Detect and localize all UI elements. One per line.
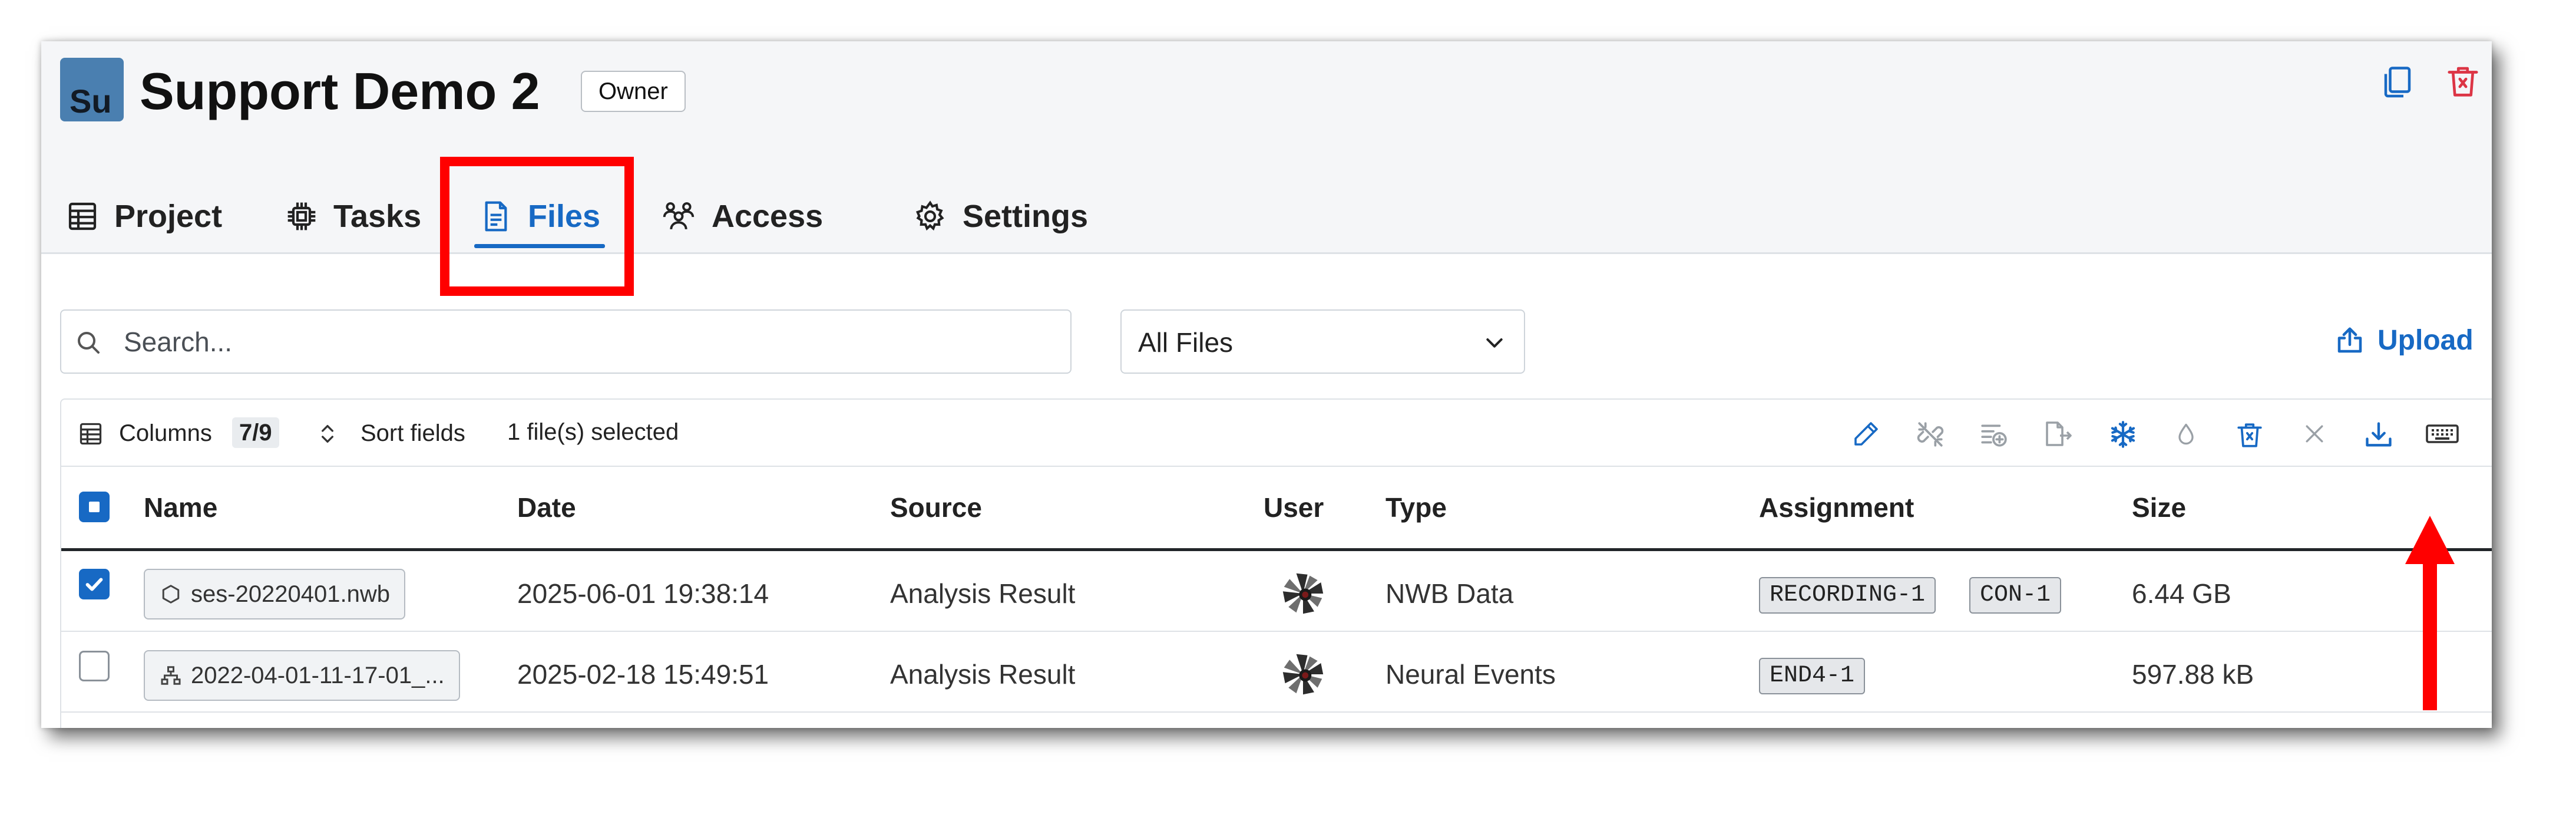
upload-icon	[2337, 327, 2362, 352]
move-file-icon[interactable]	[2043, 420, 2074, 449]
indeterminate-mark	[89, 502, 100, 512]
red-arrow-annotation	[2405, 516, 2455, 710]
table-icon	[68, 202, 97, 230]
assignment-tag[interactable]: CON-1	[1969, 577, 2062, 614]
file-name: 2022-04-01-11-17-01_...	[191, 662, 445, 688]
trash-icon[interactable]	[2235, 420, 2264, 450]
search-icon	[78, 332, 100, 354]
project-header: Su Support Demo 2 Owner Project Tasks Fi…	[41, 41, 2492, 254]
row-checkbox[interactable]	[79, 569, 110, 599]
column-header-date[interactable]: Date	[517, 492, 576, 523]
check-icon	[85, 578, 103, 591]
pencil-icon[interactable]	[1852, 420, 1880, 448]
file-filter-select[interactable]: All Files	[1120, 309, 1525, 374]
file-name: ses-20220401.nwb	[191, 581, 391, 607]
tab-label: Tasks	[333, 199, 422, 234]
hierarchy-icon	[161, 666, 181, 685]
assignment-tag[interactable]: END4-1	[1759, 658, 1866, 694]
people-icon	[663, 202, 695, 230]
sort-fields-button[interactable]: Sort fields	[361, 420, 465, 447]
tab-project[interactable]: Project	[66, 196, 222, 237]
tab-tasks[interactable]: Tasks	[285, 196, 421, 237]
tab-label: Access	[712, 199, 824, 234]
file-date: 2025-02-18 15:49:51	[517, 659, 769, 690]
selection-status: 1 file(s) selected	[507, 419, 679, 445]
column-header-assignment[interactable]: Assignment	[1759, 492, 1914, 523]
copy-icon[interactable]	[2380, 62, 2415, 100]
close-icon[interactable]	[2301, 420, 2327, 448]
user-avatar-icon	[1281, 572, 1325, 615]
column-header-type[interactable]: Type	[1385, 492, 1447, 523]
table-toolbar: Columns 7/9 Sort fields 1 file(s) select…	[61, 400, 2492, 467]
columns-button[interactable]: Columns	[119, 420, 212, 447]
files-tab-highlight	[440, 157, 634, 296]
tab-access[interactable]: Access	[661, 196, 823, 237]
upload-button[interactable]: Upload	[2334, 324, 2474, 357]
search-box[interactable]	[60, 309, 1072, 374]
droplet-icon[interactable]	[2173, 420, 2199, 449]
tab-label: Project	[114, 199, 223, 234]
assignment-tag[interactable]: RECORDING-1	[1759, 577, 1936, 614]
file-filter-value: All Files	[1138, 327, 1234, 358]
chevron-down-icon	[1486, 338, 1503, 348]
add-to-queue-icon[interactable]	[1979, 420, 2008, 449]
file-type: NWB Data	[1385, 578, 1514, 609]
file-size: 6.44 GB	[2132, 578, 2231, 609]
snowflake-icon[interactable]	[2108, 420, 2138, 449]
file-source: Analysis Result	[890, 659, 1076, 690]
tab-label: Settings	[963, 199, 1089, 234]
column-header-name[interactable]: Name	[144, 492, 217, 523]
files-table: Columns 7/9 Sort fields 1 file(s) select…	[60, 398, 2492, 728]
file-size: 597.88 kB	[2132, 659, 2254, 690]
hexagon-icon	[162, 585, 180, 604]
tab-settings[interactable]: Settings	[913, 196, 1088, 237]
cpu-icon	[287, 202, 316, 230]
columns-count-badge: 7/9	[232, 417, 279, 448]
trash-icon[interactable]	[2445, 62, 2481, 100]
file-name-button[interactable]: 2022-04-01-11-17-01_...	[144, 650, 460, 701]
file-date: 2025-06-01 19:38:14	[517, 578, 769, 609]
file-name-button[interactable]: ses-20220401.nwb	[144, 569, 406, 619]
page-title: Support Demo 2	[140, 62, 540, 120]
search-input[interactable]	[124, 311, 1043, 373]
file-source: Analysis Result	[890, 578, 1076, 609]
row-checkbox[interactable]	[79, 651, 110, 681]
column-header-user[interactable]: User	[1264, 492, 1324, 523]
table-row[interactable]: ses-20220401.nwb 2025-06-01 19:38:14 Ana…	[61, 551, 2492, 632]
user-avatar-icon	[1281, 652, 1325, 696]
keyboard-icon[interactable]	[2425, 420, 2460, 448]
gear-icon	[915, 200, 944, 231]
select-all-checkbox[interactable]	[79, 492, 110, 522]
sort-icon[interactable]	[316, 421, 339, 447]
upload-label: Upload	[2377, 325, 2474, 356]
file-type: Neural Events	[1385, 659, 1556, 690]
column-header-size[interactable]: Size	[2132, 492, 2186, 523]
project-avatar: Su	[60, 58, 124, 121]
unlink-icon[interactable]	[1916, 420, 1945, 449]
project-page: Su Support Demo 2 Owner Project Tasks Fi…	[41, 41, 2492, 728]
role-badge: Owner	[581, 71, 686, 112]
column-header-source[interactable]: Source	[890, 492, 982, 523]
table-header: Name Date Source User Type Assignment Si…	[61, 466, 2492, 551]
table-row[interactable]: 2022-04-01-11-17-01_... 2025-02-18 15:49…	[61, 632, 2492, 713]
table-icon[interactable]	[78, 421, 104, 447]
download-icon[interactable]	[2363, 420, 2394, 450]
